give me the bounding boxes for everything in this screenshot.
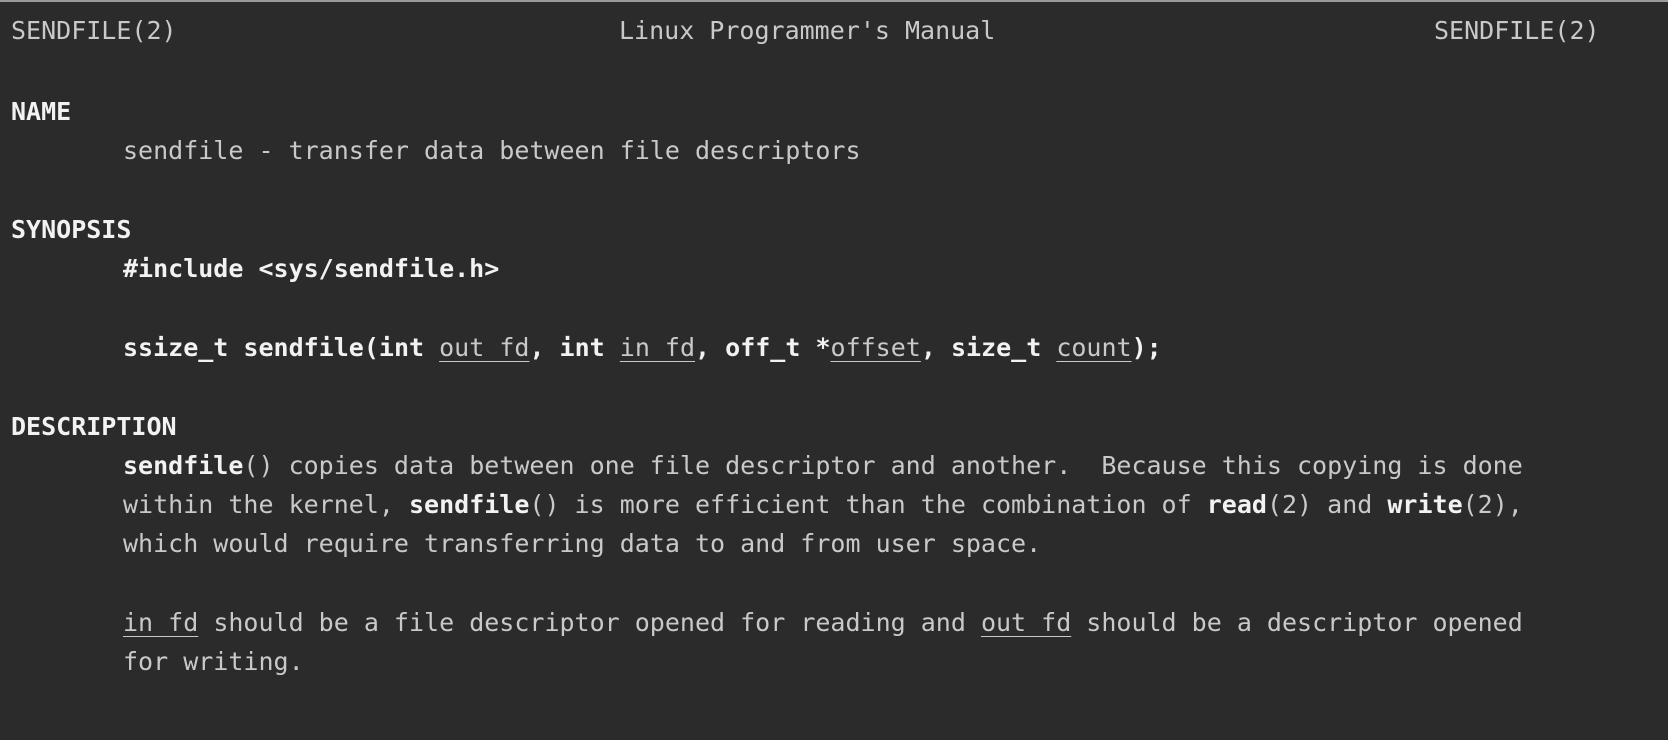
proto-type-1: int [378, 333, 425, 362]
section-heading-description: DESCRIPTION [11, 412, 177, 441]
desc-text: should be a descriptor opened [1071, 608, 1523, 637]
description-line-3: which would require transferring data to… [123, 529, 1042, 558]
name-description: sendfile - transfer data between file de… [123, 136, 861, 165]
proto-type-4: size_t [950, 333, 1042, 362]
proto-type-2: int [559, 333, 605, 362]
description-para2-line-2: for writing. [123, 647, 304, 676]
header-left-title: SENDFILE(2) [11, 16, 177, 45]
desc-param-out-fd: out_fd [980, 608, 1072, 637]
proto-param-in-fd: in_fd [619, 333, 696, 362]
desc-text: () is more efficient than the combinatio… [529, 490, 1207, 519]
man-page-terminal: SENDFILE(2) Linux Programmer's Manual SE… [0, 2, 1668, 740]
section-heading-synopsis: SYNOPSIS [11, 215, 132, 244]
proto-separator: , [695, 333, 726, 362]
desc-text: () copies data between one file descript… [243, 451, 1523, 480]
desc-param-in-fd: in_fd [123, 608, 199, 637]
proto-function-name: sendfile [243, 333, 364, 362]
desc-text: within the kernel, [123, 490, 409, 519]
desc-func-ref: sendfile [123, 451, 244, 480]
proto-separator: , [529, 333, 560, 362]
desc-read-ref: read [1206, 490, 1267, 519]
proto-type-3: off_t [725, 333, 801, 362]
description-para2-line-1: in_fd should be a file descriptor opened… [123, 602, 1523, 644]
proto-param-out-fd: out_fd [439, 333, 530, 362]
header-manual-title: Linux Programmer's Manual [619, 16, 996, 45]
header-right-title: SENDFILE(2) [1434, 16, 1600, 45]
desc-text: should be a file descriptor opened for r… [198, 608, 981, 637]
proto-param-count: count [1056, 333, 1132, 362]
synopsis-prototype: ssize_t sendfile(int out_fd, int in_fd, … [123, 327, 1162, 369]
section-heading-name: NAME [11, 97, 72, 126]
description-line-2: within the kernel, sendfile() is more ef… [123, 484, 1523, 526]
proto-return-type: ssize_t [123, 333, 229, 362]
proto-open-paren: ( [363, 333, 379, 362]
desc-func-ref: sendfile [408, 490, 530, 519]
proto-separator: , [920, 333, 951, 362]
desc-text: (2) and [1266, 490, 1388, 519]
desc-text: (2), [1462, 490, 1523, 519]
synopsis-include: #include <sys/sendfile.h> [123, 254, 500, 283]
proto-close: ); [1131, 333, 1162, 362]
desc-write-ref: write [1387, 490, 1463, 519]
proto-pointer-star: * [815, 333, 831, 362]
description-line-1: sendfile() copies data between one file … [123, 445, 1523, 487]
proto-param-offset: offset [830, 333, 921, 362]
